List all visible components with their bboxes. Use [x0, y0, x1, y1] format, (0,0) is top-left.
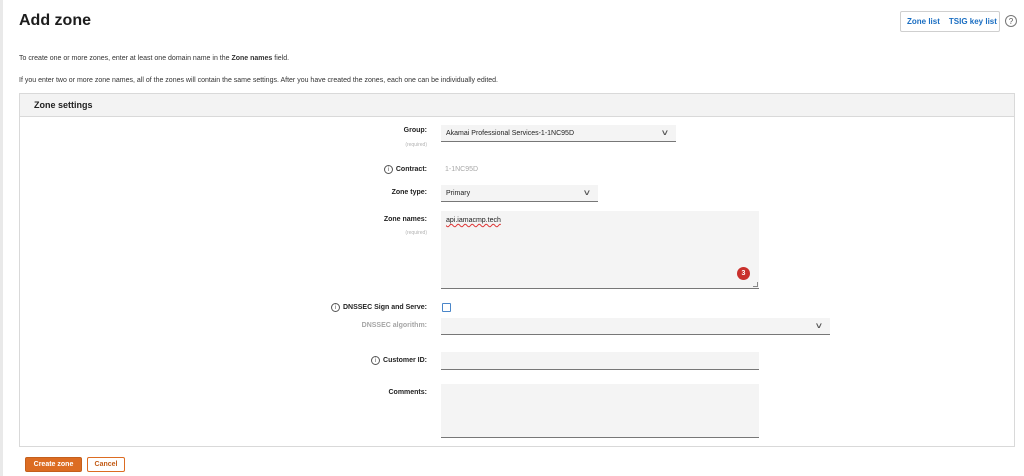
dnssec-checkbox[interactable]: [442, 303, 451, 312]
page-title: Add zone: [19, 12, 91, 29]
top-links-group: Zone list TSIG key list: [900, 11, 1000, 32]
dnssec-label-text: DNSSEC Sign and Serve:: [342, 304, 427, 311]
comments-label-text: Comments:: [388, 389, 427, 396]
intro-text-2: If you enter two or more zone names, all…: [19, 77, 499, 84]
customer-id-input[interactable]: [441, 352, 759, 370]
intro-text-1-suffix: field.: [272, 55, 290, 62]
zone-names-required-note: (required): [405, 230, 427, 236]
zone-names-textarea[interactable]: api.iamacmp.tech 3: [441, 211, 759, 289]
tsig-key-list-link[interactable]: TSIG key list: [949, 17, 997, 26]
grammar-count-badge[interactable]: 3: [737, 267, 750, 280]
dnssec-label: i DNSSEC Sign and Serve:: [330, 303, 427, 312]
zone-type-select-value: Primary: [446, 189, 471, 197]
zone-list-link[interactable]: Zone list: [907, 17, 940, 26]
dnssec-algorithm-label: DNSSEC algorithm:: [362, 322, 427, 329]
chevron-down-icon: ∨: [660, 128, 670, 137]
comments-textarea[interactable]: [441, 384, 759, 438]
info-icon[interactable]: i: [330, 303, 340, 312]
info-icon[interactable]: i: [383, 165, 393, 174]
zone-names-label-text: Zone names:: [383, 216, 427, 223]
customer-id-label-text: Customer ID:: [383, 357, 427, 364]
chevron-down-icon: ∨: [582, 188, 592, 197]
intro-text-1-prefix: To create one or more zones, enter at le…: [19, 55, 232, 62]
comments-label: Comments:: [388, 389, 427, 396]
resize-handle-icon[interactable]: [753, 282, 758, 287]
dnssec-algorithm-select[interactable]: ∨: [441, 318, 830, 335]
info-icon[interactable]: i: [371, 356, 381, 365]
group-label: Group:: [404, 127, 427, 134]
left-edge-strip: [0, 0, 3, 476]
intro-text-1-bold: Zone names: [231, 55, 273, 62]
zone-names-value: api.iamacmp.tech: [446, 217, 501, 224]
create-zone-button[interactable]: Create zone: [25, 457, 82, 472]
group-required-note: (required): [405, 142, 427, 148]
group-label-text: Group:: [403, 127, 427, 134]
dnssec-algorithm-label-text: DNSSEC algorithm:: [361, 322, 427, 329]
help-icon[interactable]: ?: [1005, 15, 1017, 27]
zone-type-select[interactable]: Primary ∨: [441, 185, 598, 202]
intro-text-1: To create one or more zones, enter at le…: [19, 55, 289, 62]
zone-type-label: Zone type:: [392, 189, 427, 196]
panel-title: Zone settings: [20, 94, 1014, 117]
contract-label-text: Contract:: [395, 166, 427, 173]
zone-names-label: Zone names:: [384, 216, 427, 223]
contract-value: 1-1NC95D: [445, 166, 479, 173]
customer-id-label: i Customer ID:: [371, 356, 427, 365]
chevron-down-icon: ∨: [814, 321, 824, 330]
group-select-value: Akamai Professional Services-1-1NC95D: [446, 129, 574, 137]
cancel-button[interactable]: Cancel: [87, 457, 125, 472]
group-select[interactable]: Akamai Professional Services-1-1NC95D ∨: [441, 125, 676, 142]
zone-type-label-text: Zone type:: [391, 189, 427, 196]
contract-label: i Contract:: [383, 165, 427, 174]
